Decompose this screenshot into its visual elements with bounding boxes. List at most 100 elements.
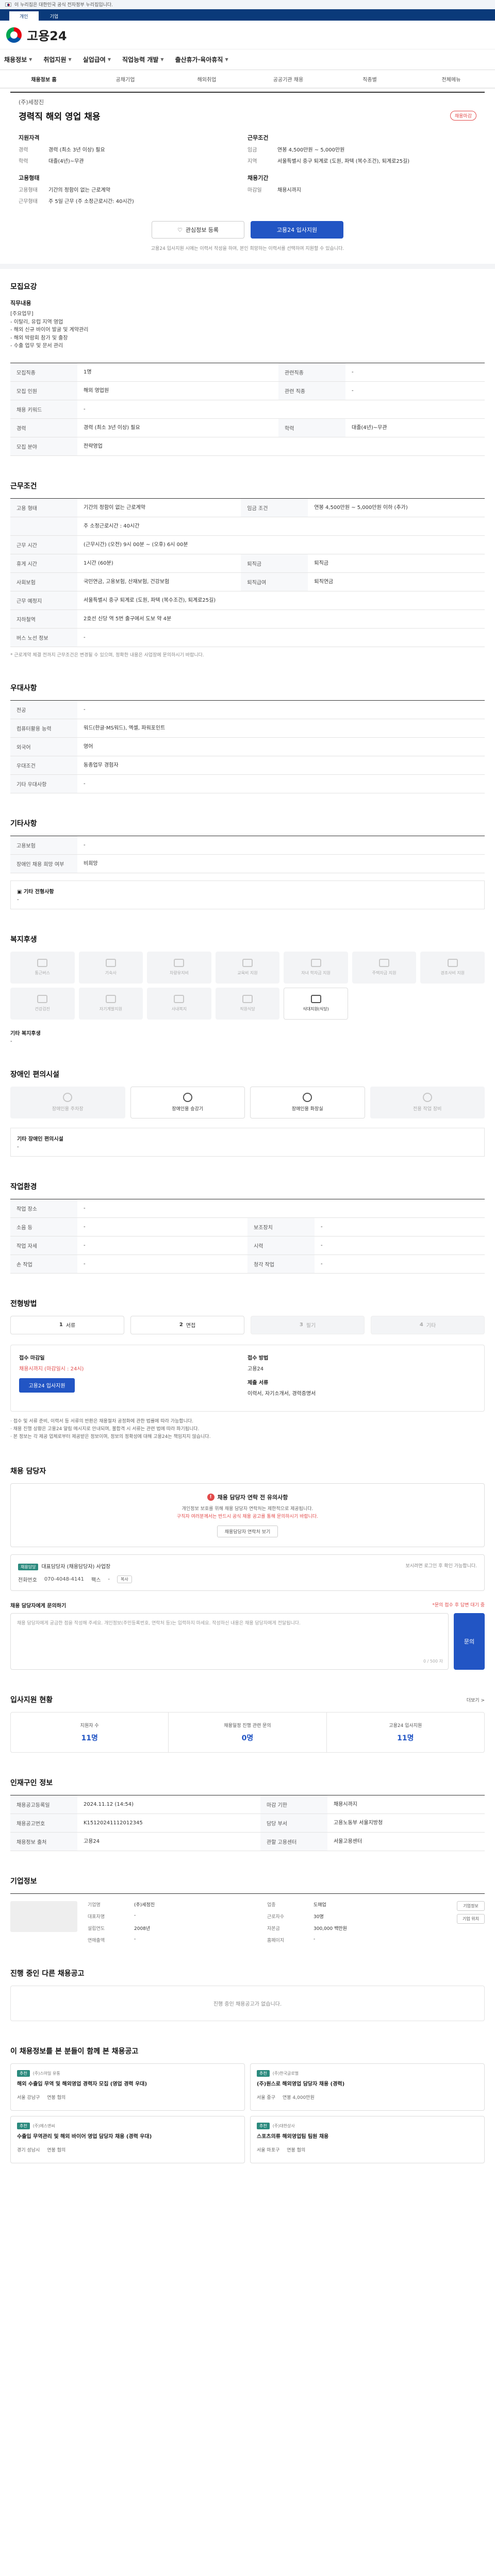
value: 기간의 정함이 없는 근로계약	[48, 188, 110, 193]
nav-job-info[interactable]: 채용정보 ▼	[4, 55, 32, 64]
work-table: 고용 형태 기간의 정함이 없는 근로계약 임금 조건 연봉 4,500만원 ~ 5,…	[10, 498, 485, 647]
other-jobs-section: 진행 중인 다른 채용공고 진행 중인 채용공고가 없습니다.	[0, 1943, 495, 2022]
qa-submit-button[interactable]: 문의	[454, 1613, 485, 1670]
apply-button-secondary[interactable]: 고용24 입사지원	[19, 1378, 75, 1393]
subnav-overseas[interactable]: 해외취업	[178, 75, 235, 83]
apply-box: 접수 마감일 채용시까지 (마감일시 : 24시) 고용24 입사지원 접수 방…	[10, 1344, 485, 1412]
label: 접수 마감일	[19, 1355, 45, 1361]
company-map-button[interactable]: 기업 위치	[457, 1914, 485, 1924]
label: 지역	[248, 159, 257, 164]
process-notes: · 접수 및 서류 준비, 이력서 등 서류의 반환은 채용절차 공정화에 관한…	[10, 1418, 211, 1440]
qa-textarea[interactable]: 채용 담당자에게 궁금한 점을 작성해 주세요. 개인정보(주민등록번호, 연락…	[10, 1613, 449, 1670]
label: 근무형태	[19, 199, 38, 205]
logo-icon[interactable]	[6, 27, 22, 43]
step-written: 3 필기	[251, 1315, 365, 1334]
tool-icon	[422, 1093, 432, 1102]
apply-button[interactable]: 고용24 입사지원	[251, 221, 343, 239]
car-icon	[174, 959, 185, 967]
recruit-section: 모집요강 직무내용 [주요업무] - 이탈리, 유럽 지역 영업 - 해외 신규…	[0, 269, 495, 456]
chevron-down-icon: ▼	[68, 57, 72, 62]
label: 접수 방법	[248, 1355, 269, 1361]
alert-icon: !	[207, 1494, 214, 1501]
welfare-item: 차량유지비	[147, 951, 211, 984]
qualification-heading: 지원자격	[19, 134, 40, 141]
welfare-item-active: 식대지원(식당)	[284, 987, 348, 1020]
value: 서울특별시 중구 퇴계로 (도원, 파텍 (복수조건), 퇴계로25길)	[277, 159, 410, 164]
login-note: 보시려면 로그인 후 확인 가능합니다.	[405, 1564, 477, 1569]
work-env-table: 작업 장소 - 소음 등 - 보조장치 - 작업 자세 - 시력 - 손 작업 - 청각 작업 -	[10, 1198, 485, 1274]
scrap-button[interactable]: ♡ 관심정보 등록	[152, 221, 244, 239]
process-steps: 1 서류 2 면접 3 필기 4 기타	[10, 1315, 485, 1334]
chevron-down-icon: ▼	[29, 57, 32, 62]
section-title: 기타사항	[10, 819, 37, 828]
recommend-card[interactable]: 추천 (주)에스앤씨 수출입 무역관리 및 해외 바이어 영업 담당자 채용 (경…	[10, 2116, 245, 2164]
welfare-item: 교육비 지원	[215, 951, 280, 984]
disability-etc: 기타 장애인 편의시설 -	[10, 1127, 485, 1157]
company-logo	[10, 1901, 77, 1933]
subnav-all[interactable]: 전체메뉴	[423, 75, 480, 83]
manager-name: 대표담당자 (채용담당자) 사업장	[41, 1564, 111, 1570]
company-name[interactable]: (주)세정진	[19, 98, 476, 106]
sub-nav: 채용정보 홈 공채기업 해외취업 공공기관 채용 직종별 전체메뉴	[0, 70, 495, 89]
recommend-card[interactable]: 추천 (주)대한상사 스포츠의류 해외영업팀 팀원 채용 서울 마포구 연봉 협의	[250, 2116, 485, 2164]
job-summary-card: (주)세정진 경력직 해외 영업 채용 채용마감 지원자격 경력 경력 (최소 3…	[10, 92, 485, 251]
value: 연봉 4,500만원 ~ 5,000만원	[277, 147, 345, 153]
recruit-table: 모집직종 1명 관련직종 - 모집 인원 해외 영업원 관련 직종 - 채용 키워드 - 경력…	[10, 362, 485, 456]
etc-extra: ▣ 기타 전형사항 -	[10, 880, 485, 909]
chevron-down-icon: ▼	[107, 57, 111, 62]
tab-company[interactable]: 기업	[40, 11, 69, 21]
card-title[interactable]: 해외 수출입 무역 및 해외영업 경력자 모집 (영업 경력 우대)	[17, 2081, 238, 2089]
meal-icon	[310, 995, 321, 1003]
manager-card: 채용담당 대표담당자 (채용담당자) 사업장 전화번호 070-4048-4141…	[10, 1554, 485, 1591]
parking-icon	[63, 1093, 73, 1102]
warning-box: ! 채용 담당자 연락 전 유의사항 개인정보 보호를 위해 채용 담당자 연락처…	[10, 1483, 485, 1548]
card-title[interactable]: (주)원스로 해외영업 담당자 채용 (경력)	[257, 2081, 478, 2089]
recommend-card[interactable]: 추천 (주)스마일 유통 해외 수출입 무역 및 해외영업 경력자 모집 (영업 …	[10, 2063, 245, 2111]
flag-icon	[5, 2, 11, 7]
card-wage: 연봉 협의	[47, 2095, 66, 2100]
section-title: 장애인 편의시설	[10, 1070, 60, 1079]
company-info-button[interactable]: 기업정보	[457, 1901, 485, 1911]
section-title: 모집요강	[10, 283, 37, 291]
step-other: 4 기타	[371, 1315, 485, 1334]
nav-employment-support[interactable]: 취업지원 ▼	[43, 55, 71, 64]
copy-button[interactable]: 복사	[117, 1575, 132, 1584]
warning-text: 개인정보 보호를 위해 채용 담당자 연락처는 제한적으로 제공됩니다.	[182, 1506, 314, 1512]
subnav-home[interactable]: 채용정보 홈	[15, 75, 72, 83]
section-title: 기업정보	[10, 1877, 37, 1886]
nav-job-training[interactable]: 직업능력 개발 ▼	[122, 55, 164, 64]
card-title[interactable]: 수출입 무역관리 및 해외 바이어 영업 담당자 채용 (경력 우대)	[17, 2133, 238, 2141]
company-table: 기업명 (주)세정진 업종 도매업 대표자명 - 근로자수 30명 설립연도 2008년 …	[88, 1903, 347, 1944]
disability-section: 장애인 편의시설 장애인용 주차장 장애인용 승강기 장애인용 화장실 전용 작…	[0, 1044, 495, 1157]
subnav-public-org[interactable]: 공공기관 채용	[260, 75, 317, 83]
qa-status: *문의 접수 후 답변 대기 중	[432, 1603, 485, 1608]
reg-info-table: 채용공고등록일 2024.11.12 (14:54) 마감 기한 채용시까지 채용공고…	[10, 1795, 485, 1852]
section-title: 진행 중인 다른 채용공고	[10, 1970, 85, 1978]
more-link[interactable]: 더보기 >	[467, 1697, 485, 1703]
etc-section: 기타사항 고용보험 - 장애인 채용 희망 여부 비희망 ▣ 기타 전형사항 -	[0, 793, 495, 909]
recommend-card[interactable]: 추천 (주)한국글로벌 (주)원스로 해외영업 담당자 채용 (경력) 서울 중구…	[250, 2063, 485, 2111]
bus-icon	[37, 959, 48, 967]
tab-personal[interactable]: 개인	[9, 11, 39, 21]
disability-item-active: 장애인용 승강기	[130, 1086, 245, 1118]
section-title: 이 채용정보를 본 분들이 함께 본 채용공고	[10, 2047, 139, 2056]
disability-grid: 장애인용 주차장 장애인용 승강기 장애인용 화장실 전용 작업 장비	[10, 1086, 485, 1118]
tag-badge: 추천	[257, 2123, 270, 2130]
welfare-item: 통근버스	[10, 951, 75, 984]
period-heading: 채용기간	[248, 175, 269, 181]
view-contact-button[interactable]: 채용담당자 연락처 보기	[217, 1526, 278, 1538]
lightbulb-icon	[105, 995, 116, 1003]
subnav-by-job[interactable]: 직종별	[341, 75, 398, 83]
label: 학력	[19, 159, 28, 164]
nav-unemployment-benefit[interactable]: 실업급여 ▼	[83, 55, 111, 64]
disability-item: 전용 작업 장비	[370, 1086, 485, 1118]
card-title[interactable]: 스포츠의류 해외영업팀 팀원 채용	[257, 2133, 478, 2141]
logo-text[interactable]: 고용24	[27, 26, 67, 44]
label: 고용형태	[19, 188, 38, 193]
manager-section: 채용 담당자 ! 채용 담당자 연락 전 유의사항 개인정보 보호를 위해 채용 …	[0, 1441, 495, 1670]
value: 고용24	[248, 1366, 264, 1372]
card-company: (주)에스앤씨	[32, 2124, 55, 2129]
subnav-public[interactable]: 공채기업	[97, 75, 154, 83]
nav-leave[interactable]: 출산휴가·육아휴직 ▼	[175, 55, 228, 64]
value: 이력서, 자기소개서, 경력증명서	[248, 1391, 316, 1397]
